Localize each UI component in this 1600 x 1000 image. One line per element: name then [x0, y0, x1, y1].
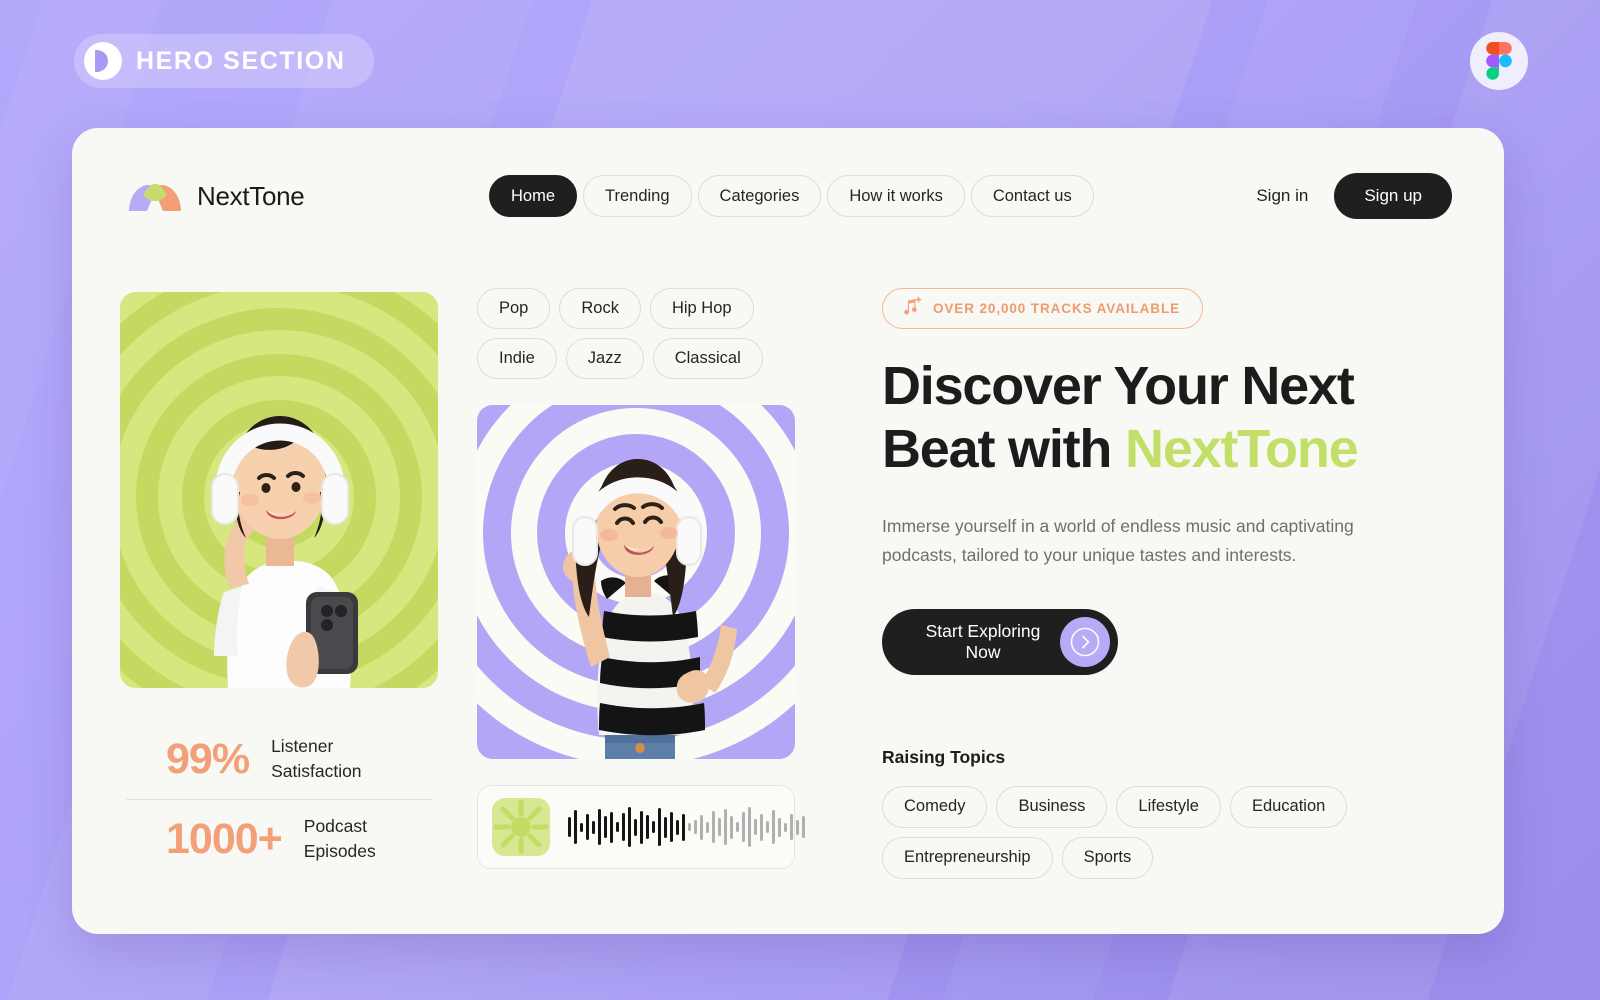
- dancer-photo-illustration: [563, 459, 737, 759]
- headline-line-1: Discover Your Next: [882, 356, 1355, 416]
- audio-player-card[interactable]: [477, 785, 805, 869]
- topic-pill-education[interactable]: Education: [1229, 785, 1348, 828]
- topic-pill-lifestyle[interactable]: Lifestyle: [1116, 785, 1221, 828]
- listener-photo-card: [120, 292, 438, 688]
- headline-highlight: NextTone: [1125, 418, 1359, 479]
- dancer-photo-card: [477, 405, 795, 759]
- left-column: 99% Listener Satisfaction 1000+ Podcast …: [120, 292, 440, 879]
- stat-listener-satisfaction: 99% Listener Satisfaction: [120, 720, 438, 799]
- right-column: OVER 20,000 TRACKS AVAILABLE Discover Yo…: [882, 288, 1462, 879]
- nav-pill-group: Home Trending Categories How it works Co…: [489, 175, 1094, 217]
- stat-value: 99%: [166, 734, 250, 783]
- topic-pill-sports[interactable]: Sports: [1061, 836, 1154, 879]
- audio-waveform-icon[interactable]: [568, 805, 805, 849]
- stat-label: Listener Satisfaction: [271, 736, 362, 782]
- nav-item-categories[interactable]: Categories: [697, 175, 822, 217]
- genre-pill-classical[interactable]: Classical: [652, 338, 763, 379]
- nav-item-how-it-works[interactable]: How it works: [827, 175, 965, 217]
- start-exploring-label: Start Exploring Now: [925, 620, 1041, 662]
- raising-topics-title: Raising Topics: [882, 746, 1006, 767]
- hero-card: NextTone Home Trending Categories How it…: [72, 128, 1504, 934]
- sign-up-button[interactable]: Sign up: [1334, 173, 1452, 219]
- nav-item-contact-us[interactable]: Contact us: [970, 175, 1094, 217]
- genre-pill-pop[interactable]: Pop: [477, 288, 551, 329]
- sunburst-album-art-icon: [492, 798, 550, 856]
- brand-name: NextTone: [197, 180, 305, 211]
- stat-podcast-episodes: 1000+ Podcast Episodes: [120, 800, 438, 879]
- listener-photo-illustration: [211, 416, 358, 688]
- sign-in-link[interactable]: Sign in: [1256, 186, 1308, 206]
- nexttone-mark-icon: [84, 42, 122, 80]
- topic-pill-entrepreneurship[interactable]: Entrepreneurship: [882, 836, 1053, 879]
- nav-item-trending[interactable]: Trending: [583, 175, 692, 217]
- tracks-available-label: OVER 20,000 TRACKS AVAILABLE: [933, 301, 1180, 316]
- music-note-plus-icon: [901, 296, 923, 321]
- genre-pill-jazz[interactable]: Jazz: [565, 338, 644, 379]
- topic-pill-comedy[interactable]: Comedy: [882, 785, 988, 828]
- raising-topics-group: Comedy Business Lifestyle Education Entr…: [882, 785, 1382, 879]
- nexttone-wave-logo-icon: [127, 175, 183, 218]
- page-subtitle: Immerse yourself in a world of endless m…: [882, 516, 1354, 565]
- middle-column: Pop Rock Hip Hop Indie Jazz Classical: [477, 288, 807, 869]
- genre-filter-group: Pop Rock Hip Hop Indie Jazz Classical: [477, 288, 807, 379]
- nav-item-home[interactable]: Home: [489, 175, 578, 217]
- nav-actions: Sign in Sign up: [1256, 173, 1452, 219]
- stat-label: Podcast Episodes: [303, 815, 376, 862]
- tracks-available-badge: OVER 20,000 TRACKS AVAILABLE: [882, 288, 1203, 329]
- chevron-right-circle-icon: [1060, 616, 1110, 667]
- figma-logo-icon[interactable]: [1470, 32, 1528, 90]
- page-title: Discover Your Next Beat with NextTone: [882, 355, 1462, 480]
- stat-value: 1000+: [166, 814, 283, 863]
- topic-pill-business[interactable]: Business: [996, 785, 1108, 828]
- genre-pill-indie[interactable]: Indie: [477, 338, 557, 379]
- start-exploring-button[interactable]: Start Exploring Now: [882, 608, 1118, 675]
- headline-line-2: Beat with: [882, 418, 1126, 479]
- hero-section-badge: HERO SECTION: [74, 34, 374, 88]
- brand[interactable]: NextTone: [127, 175, 305, 218]
- genre-pill-hip-hop[interactable]: Hip Hop: [649, 288, 754, 329]
- hero-section-badge-label: HERO SECTION: [136, 46, 346, 75]
- navbar: NextTone Home Trending Categories How it…: [72, 168, 1504, 224]
- genre-pill-rock[interactable]: Rock: [559, 288, 641, 329]
- stats-block: 99% Listener Satisfaction 1000+ Podcast …: [120, 720, 438, 879]
